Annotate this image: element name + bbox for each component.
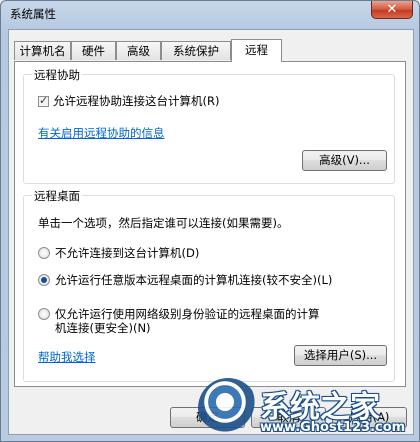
remote-desktop-instruction: 单击一个选项，然后指定谁可以连接(如果需要)。 — [38, 216, 289, 230]
help-me-choose-link[interactable]: 帮助我选择 — [38, 349, 96, 365]
radio-allow-nla-only[interactable] — [38, 308, 50, 320]
ok-button[interactable]: 确定 — [170, 407, 245, 428]
system-properties-window: 系统属性 ✕ 计算机名 硬件 高级 系统保护 远程 远程协助 ✓ 允许远程协助连… — [0, 0, 420, 442]
remote-assistance-group: 远程协助 ✓ 允许远程协助连接这台计算机(R) 有关启用远程协助的信息 高级(V… — [23, 67, 395, 184]
remote-desktop-group: 远程桌面 单击一个选项，然后指定谁可以连接(如果需要)。 不允许连接到这台计算机… — [23, 188, 395, 382]
tab-computer-name[interactable]: 计算机名 — [14, 41, 71, 60]
remote-assistance-title: 远程协助 — [32, 67, 82, 83]
tab-advanced[interactable]: 高级 — [116, 41, 161, 60]
tab-remote[interactable]: 远程 — [231, 39, 282, 62]
allow-any-version-label[interactable]: 允许运行任意版本远程桌面的计算机连接(较不安全)(L) — [55, 272, 332, 288]
allow-remote-assistance-checkbox[interactable]: ✓ — [38, 94, 49, 107]
title-bar[interactable]: 系统属性 ✕ — [1, 1, 419, 27]
checkmark-icon: ✓ — [39, 94, 49, 107]
tab-hardware[interactable]: 硬件 — [71, 41, 116, 60]
tab-system-protection[interactable]: 系统保护 — [161, 41, 231, 60]
radio-allow-any-version[interactable] — [38, 274, 50, 286]
close-button[interactable]: ✕ — [371, 1, 413, 19]
allow-remote-assistance-label[interactable]: 允许远程协助连接这台计算机(R) — [53, 93, 219, 109]
remote-assistance-info-link[interactable]: 有关启用远程协助的信息 — [38, 125, 165, 141]
cancel-button[interactable]: 取消 — [251, 407, 326, 428]
select-users-button[interactable]: 选择用户(S)... — [294, 345, 387, 366]
remote-desktop-title: 远程桌面 — [32, 188, 82, 204]
deny-connections-label[interactable]: 不允许连接到这台计算机(D) — [55, 245, 199, 261]
radio-selected-dot — [41, 277, 47, 283]
allow-nla-only-label-line2[interactable]: 机连接(更安全)(N) — [55, 320, 151, 336]
apply-button[interactable]: 应用(A) — [332, 407, 407, 428]
dialog-client-area: 计算机名 硬件 高级 系统保护 远程 远程协助 ✓ 允许远程协助连接这台计算机(… — [8, 29, 414, 435]
radio-deny-connections[interactable] — [38, 247, 50, 259]
remote-tab-panel: 远程协助 ✓ 允许远程协助连接这台计算机(R) 有关启用远程协助的信息 高级(V… — [14, 61, 406, 387]
advanced-button[interactable]: 高级(V)... — [302, 150, 387, 171]
window-title: 系统属性 — [10, 7, 56, 21]
close-icon: ✕ — [386, 2, 398, 17]
